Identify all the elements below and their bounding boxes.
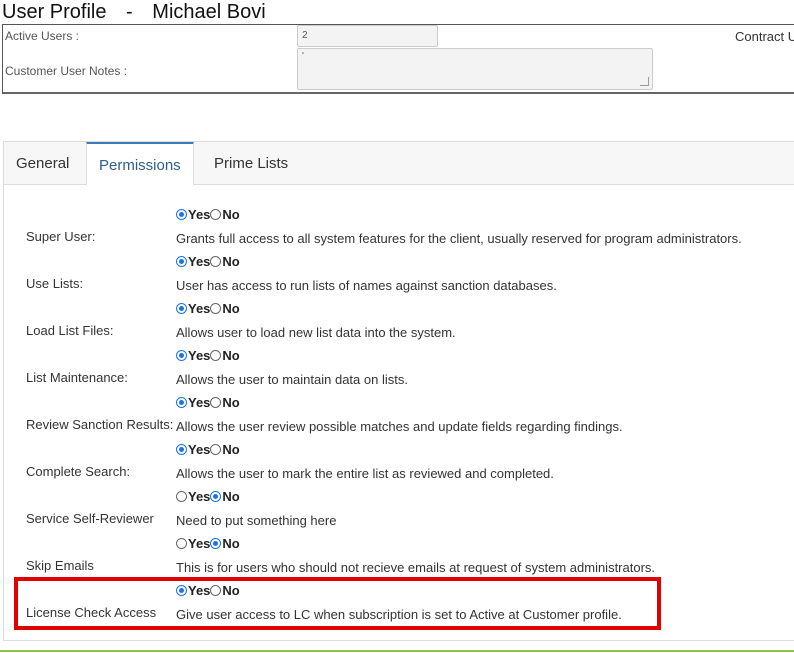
radio-yes-label[interactable]: Yes	[188, 442, 210, 457]
radio-yes[interactable]	[176, 208, 187, 220]
permission-row: Use Lists: Yes No User has access to run li…	[4, 252, 794, 299]
radio-yes[interactable]	[176, 396, 187, 408]
radio-yes[interactable]	[176, 443, 187, 455]
permission-description: This is for users who should not recieve…	[176, 560, 656, 575]
permission-description: User has access to run lists of names ag…	[176, 278, 557, 293]
permission-label: Use Lists:	[26, 276, 84, 291]
radio-no-label[interactable]: No	[222, 442, 239, 457]
radio-no[interactable]	[210, 490, 222, 502]
permission-row: Complete Search: Yes No Allows the user to …	[4, 440, 794, 487]
permission-description: Allows the user to mark the entire list …	[176, 466, 554, 481]
tabs-panel: General Permissions Prime Lists Super Us…	[3, 141, 794, 641]
permission-row: Load List Files: Yes No Allows user to load…	[4, 299, 794, 346]
permission-row: List Maintenance: Yes No Allows the user to…	[4, 346, 794, 393]
permission-description: Grants full access to all system feature…	[176, 231, 742, 246]
radio-no[interactable]	[210, 255, 222, 267]
radio-yes-label[interactable]: Yes	[188, 536, 210, 551]
radio-no-label[interactable]: No	[222, 583, 239, 598]
permission-description: Need to put something here	[176, 513, 337, 528]
permission-radio-group: Yes No	[176, 346, 240, 364]
permission-radio-group: Yes No	[176, 393, 240, 411]
radio-no[interactable]	[210, 349, 222, 361]
radio-no-label[interactable]: No	[222, 207, 239, 222]
customer-notes-value: '	[302, 51, 304, 62]
permission-label: Load List Files:	[26, 323, 114, 338]
permission-row: Review Sanction Results: Yes No Allows the …	[4, 393, 794, 440]
radio-yes[interactable]	[176, 490, 187, 502]
radio-yes-label[interactable]: Yes	[188, 489, 210, 504]
permission-row: Service Self-Reviewer Yes No Need to put so…	[4, 487, 794, 534]
permission-radio-group: Yes No	[176, 252, 240, 270]
customer-notes-textarea[interactable]: '	[297, 48, 653, 90]
permission-label: Skip Emails	[26, 558, 94, 573]
radio-no[interactable]	[210, 537, 222, 549]
tab-prime-lists[interactable]: Prime Lists	[202, 142, 300, 185]
customer-notes-label: Customer User Notes :	[5, 64, 128, 78]
radio-yes-label[interactable]: Yes	[188, 583, 210, 598]
tab-permissions[interactable]: Permissions	[86, 142, 194, 186]
permission-label: Review Sanction Results:	[26, 417, 174, 432]
permission-radio-group: Yes No	[176, 299, 240, 317]
permission-description: Allows the user review possible matches …	[176, 419, 623, 434]
profile-summary-box: Active Users : 2 Contract U Customer Use…	[2, 24, 794, 94]
radio-no[interactable]	[210, 208, 222, 220]
radio-no-label[interactable]: No	[222, 301, 239, 316]
tab-general[interactable]: General	[4, 142, 81, 185]
permission-radio-group: Yes No	[176, 534, 240, 552]
radio-yes-label[interactable]: Yes	[188, 348, 210, 363]
title-separator: -	[126, 1, 133, 23]
permission-row: License Check Access Yes No Give user acces…	[4, 581, 794, 628]
permission-radio-group: Yes No	[176, 205, 240, 223]
radio-yes[interactable]	[176, 302, 187, 314]
permission-radio-group: Yes No	[176, 487, 240, 505]
radio-yes[interactable]	[176, 255, 187, 267]
tab-bar: General Permissions Prime Lists	[4, 142, 794, 186]
radio-yes-label[interactable]: Yes	[188, 395, 210, 410]
permission-label: Super User:	[26, 229, 96, 244]
permission-label: Complete Search:	[26, 464, 131, 479]
radio-yes[interactable]	[176, 349, 187, 361]
permission-row: Super User: Yes No Grants full access to al…	[4, 205, 794, 252]
resize-handle-icon[interactable]	[640, 77, 649, 86]
permission-radio-group: Yes No	[176, 440, 240, 458]
radio-no-label[interactable]: No	[222, 536, 239, 551]
permission-radio-group: Yes No	[176, 581, 240, 599]
permission-label: Service Self-Reviewer	[26, 511, 154, 526]
radio-yes[interactable]	[176, 584, 187, 596]
permission-row: Skip Emails Yes No This is for users who sh…	[4, 534, 794, 581]
radio-yes-label[interactable]: Yes	[188, 254, 210, 269]
radio-no[interactable]	[210, 443, 222, 455]
user-name: Michael Bovi	[152, 1, 266, 23]
page-title: User Profile	[2, 1, 107, 23]
footer-divider	[0, 650, 794, 652]
radio-no-label[interactable]: No	[222, 395, 239, 410]
radio-no[interactable]	[210, 584, 222, 596]
permission-description: Allows the user to maintain data on list…	[176, 372, 408, 387]
permission-label: License Check Access	[26, 605, 157, 620]
radio-no[interactable]	[210, 302, 222, 314]
permission-label: List Maintenance:	[26, 370, 128, 385]
radio-no-label[interactable]: No	[222, 348, 239, 363]
active-users-label: Active Users :	[5, 29, 80, 43]
radio-yes[interactable]	[176, 537, 187, 549]
active-users-field[interactable]: 2	[297, 25, 438, 47]
permission-description: Give user access to LC when subscription…	[176, 607, 622, 622]
radio-yes-label[interactable]: Yes	[188, 301, 210, 316]
radio-no[interactable]	[210, 396, 222, 408]
radio-no-label[interactable]: No	[222, 254, 239, 269]
permission-description: Allows user to load new list data into t…	[176, 325, 456, 340]
page-header: User Profile - Michael Bovi	[2, 0, 266, 24]
radio-yes-label[interactable]: Yes	[188, 207, 210, 222]
contract-label: Contract U	[735, 29, 794, 44]
radio-no-label[interactable]: No	[222, 489, 239, 504]
